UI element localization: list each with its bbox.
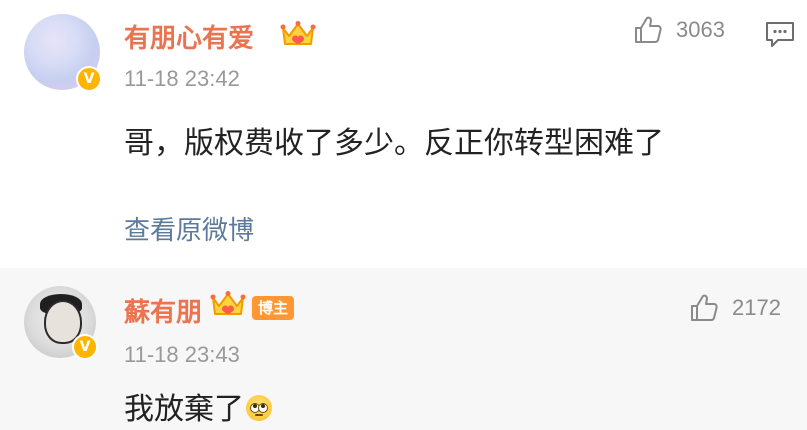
username[interactable]: 有朋心有爱 bbox=[124, 18, 254, 55]
eye-roll-emoji bbox=[246, 394, 272, 421]
crown-icon bbox=[280, 21, 316, 45]
timestamp: 11-18 23:43 bbox=[124, 342, 240, 367]
verified-badge: V bbox=[76, 66, 102, 92]
like-count: 3063 bbox=[676, 17, 725, 42]
reply-item: V 蘇有朋 博主 11-18 23:43 我放棄了 2172 bbox=[0, 268, 807, 430]
view-original-link[interactable]: 查看原微博 bbox=[124, 210, 254, 247]
verified-badge: V bbox=[72, 334, 98, 360]
username[interactable]: 蘇有朋 bbox=[124, 292, 202, 329]
crown-icon bbox=[210, 291, 246, 315]
thumbs-up-icon bbox=[691, 294, 718, 321]
avatar[interactable]: V bbox=[24, 286, 98, 360]
avatar[interactable]: V bbox=[24, 14, 102, 92]
comment-text: 哥，版权费收了多少。反正你转型困难了 bbox=[124, 126, 664, 161]
like-button[interactable]: 2172 bbox=[688, 292, 781, 324]
timestamp: 11-18 23:42 bbox=[124, 66, 240, 91]
thumbs-up-icon bbox=[635, 16, 662, 43]
reply-text: 我放棄了 bbox=[124, 392, 244, 427]
like-button[interactable]: 3063 bbox=[632, 14, 725, 46]
reply-text-line: 我放棄了 bbox=[124, 384, 272, 428]
like-count: 2172 bbox=[732, 295, 781, 320]
comment-icon[interactable] bbox=[764, 18, 796, 50]
comment-item: V 有朋心有爱 11-18 23:42 哥，版权费收了多少。反正你转型困难了 查… bbox=[0, 0, 807, 268]
blogger-tag: 博主 bbox=[252, 296, 295, 320]
